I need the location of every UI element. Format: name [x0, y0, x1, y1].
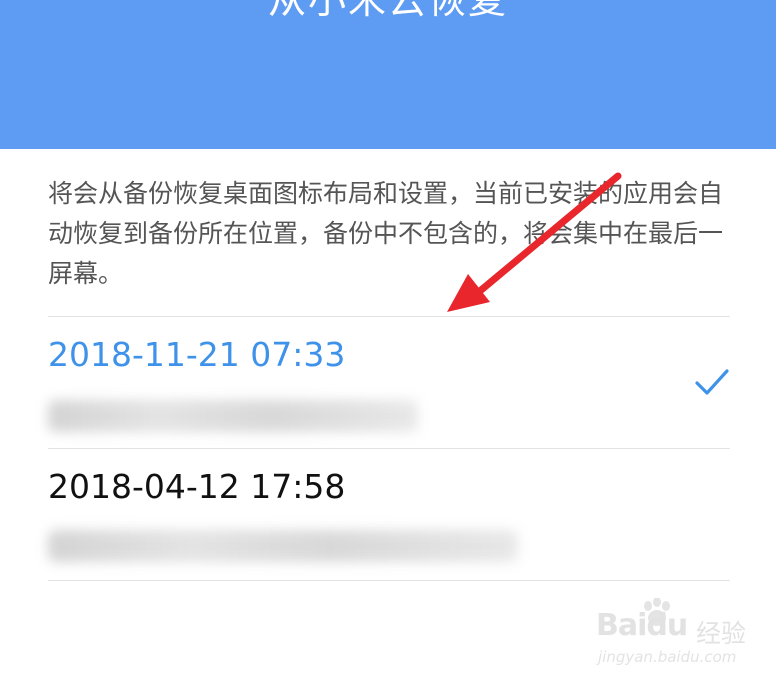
backup-details-blurred [48, 530, 518, 562]
watermark-text: 经验 [696, 619, 747, 648]
backup-date: 2018-11-21 07:33 [48, 335, 346, 374]
backup-details-blurred [48, 400, 418, 432]
backup-item-2[interactable]: 2018-04-12 17:58 [0, 449, 776, 579]
header-bar: 从小米云恢复 [0, 0, 776, 149]
check-icon [695, 369, 729, 395]
restore-description: 将会从备份恢复桌面图标布局和设置，当前已安装的应用会自动恢复到备份所在位置，备份… [48, 179, 724, 288]
watermark-url: jingyan.baidu.com [598, 648, 737, 666]
backup-item-1[interactable]: 2018-11-21 07:33 [0, 317, 776, 447]
watermark-logo: Baidu [596, 608, 688, 643]
baidu-jingyan-watermark: Baidu 经验 jingyan.baidu.com [596, 598, 747, 674]
page-title: 从小米云恢复 [267, 0, 508, 22]
backup-date: 2018-04-12 17:58 [48, 467, 346, 506]
divider [48, 580, 730, 581]
